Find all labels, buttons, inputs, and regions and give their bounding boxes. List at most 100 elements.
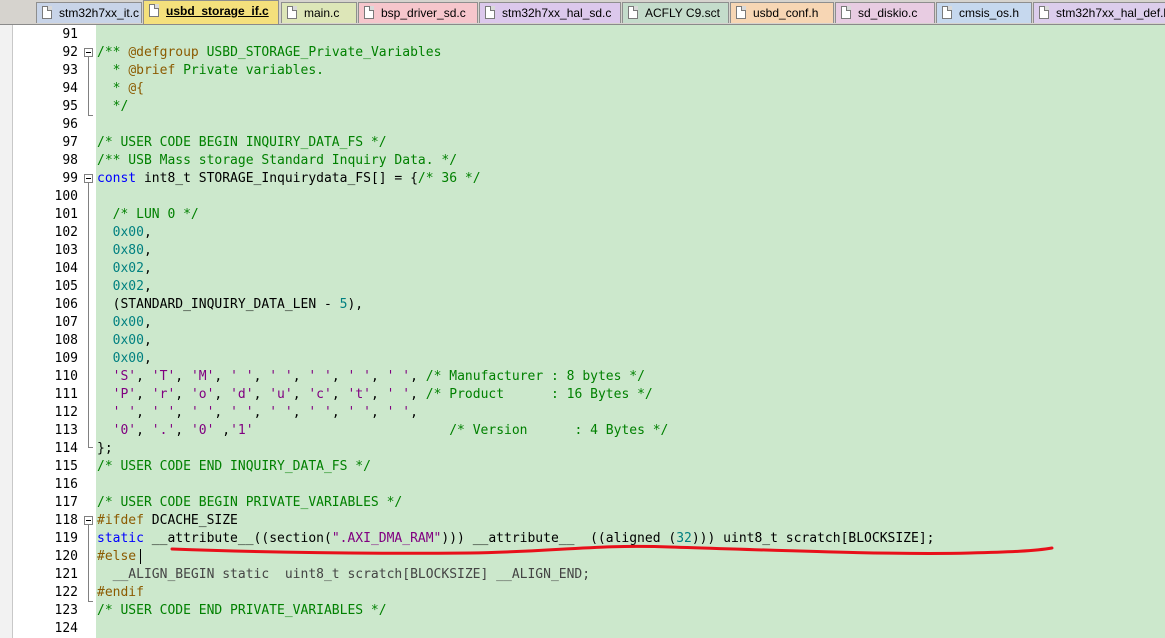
line-number: 96 [62, 117, 78, 132]
tab-usbd-conf-h[interactable]: usbd_conf.h [730, 2, 834, 23]
file-icon [736, 6, 746, 19]
code-line[interactable]: 93 * @brief Private variables. [0, 62, 1165, 80]
line-number: 99 [62, 171, 78, 186]
code-line[interactable]: 102 0x00, [0, 224, 1165, 242]
code-line[interactable]: 95 */ [0, 98, 1165, 116]
code-token: , [143, 333, 152, 348]
text-caret [140, 549, 141, 564]
code-line[interactable]: 110 'S', 'T', 'M', ' ', ' ', ' ', ' ', '… [0, 368, 1165, 386]
code-line[interactable]: 117 /* USER CODE BEGIN PRIVATE_VARIABLES … [0, 494, 1165, 512]
code-line[interactable]: 99 const int8_t STORAGE_Inquirydata_FS[] … [0, 170, 1165, 188]
code-line[interactable]: 92 /** @defgroup USBD_STORAGE_Private_Var… [0, 44, 1165, 62]
code-line[interactable]: 104 0x02, [0, 260, 1165, 278]
code-line[interactable]: 116 [0, 476, 1165, 494]
code-line[interactable]: 94 * @{ [0, 80, 1165, 98]
code-token: #else [97, 549, 137, 564]
code-token: * [97, 63, 129, 78]
code-line[interactable]: 122 #endif [0, 584, 1165, 602]
code-token: /* LUN 0 */ [97, 207, 199, 222]
tab-main-c[interactable]: main.c [281, 2, 357, 23]
tab-usbd-storage-if-c[interactable]: usbd_storage_if.c [143, 0, 279, 24]
code-line[interactable]: 108 0x00, [0, 332, 1165, 350]
line-source: const int8_t STORAGE_Inquirydata_FS[] = … [97, 170, 481, 188]
tab-label: stm32h7xx_hal_def.h [1056, 6, 1165, 20]
line-source: 0x00, [97, 350, 152, 368]
fold-toggle-99[interactable] [84, 174, 93, 183]
code-line[interactable]: 100 [0, 188, 1165, 206]
code-token: */ [97, 99, 129, 114]
code-token: , [331, 405, 348, 420]
line-number: 118 [54, 513, 78, 528]
file-icon [287, 6, 297, 19]
code-line[interactable]: 114}; [0, 440, 1165, 458]
line-source: #ifdef DCACHE_SIZE [97, 512, 238, 530]
fold-toggle-118[interactable] [84, 516, 93, 525]
code-token: #endif [97, 585, 144, 600]
tab-label: stm32h7xx_hal_sd.c [502, 6, 612, 20]
tab-label: ACFLY C9.sct [645, 6, 720, 20]
tab-cmsis-os-h[interactable]: cmsis_os.h [936, 2, 1032, 23]
line-source: __ALIGN_BEGIN static uint8_t scratch[BLO… [97, 566, 590, 584]
code-token: 'P' [97, 387, 137, 402]
code-token: ' ' [269, 405, 293, 420]
code-token: ' ' [97, 405, 137, 420]
code-token: 'S' [97, 369, 137, 384]
code-token: ), [347, 297, 364, 312]
code-line[interactable]: 101 /* LUN 0 */ [0, 206, 1165, 224]
code-line[interactable]: 118 #ifdef DCACHE_SIZE [0, 512, 1165, 530]
code-line[interactable]: 107 0x00, [0, 314, 1165, 332]
fold-toggle-92[interactable] [84, 48, 93, 57]
code-line[interactable]: 106 (STANDARD_INQUIRY_DATA_LEN - 5), [0, 296, 1165, 314]
code-token: , [370, 405, 387, 420]
line-number: 97 [62, 135, 78, 150]
code-line[interactable]: 123 /* USER CODE END PRIVATE_VARIABLES */ [0, 602, 1165, 620]
code-line[interactable]: 105 0x02, [0, 278, 1165, 296]
code-line[interactable]: 112 ' ', ' ', ' ', ' ', ' ', ' ', ' ', '… [0, 404, 1165, 422]
tab-label: sd_diskio.c [858, 6, 918, 20]
line-source: /** USB Mass storage Standard Inquiry Da… [97, 152, 457, 170]
line-source: /* USER CODE END INQUIRY_DATA_FS */ [97, 458, 371, 476]
code-line[interactable]: 113 '0', '.', '0' ,'1' /* Version : 4 By… [0, 422, 1165, 440]
code-line[interactable]: 109 0x00, [0, 350, 1165, 368]
code-line[interactable]: 121 __ALIGN_BEGIN static uint8_t scratch… [0, 566, 1165, 584]
tab-stm32h7xx-hal-def-h[interactable]: stm32h7xx_hal_def.h [1033, 2, 1165, 23]
code-line[interactable]: 115 /* USER CODE END INQUIRY_DATA_FS */ [0, 458, 1165, 476]
code-token: 'c' [308, 387, 332, 402]
line-source: /* USER CODE END PRIVATE_VARIABLES */ [97, 602, 387, 620]
tab-sd-diskio-c[interactable]: sd_diskio.c [835, 2, 935, 23]
line-source: }; [97, 440, 113, 458]
code-token: , [292, 369, 309, 384]
line-number: 117 [54, 495, 78, 510]
code-token: #ifdef [97, 513, 144, 528]
line-source: '0', '.', '0' ,'1' /* Version : 4 Bytes … [97, 422, 669, 440]
code-line[interactable]: 111 'P', 'r', 'o', 'd', 'u', 'c', 't', '… [0, 386, 1165, 404]
code-line[interactable]: 96 [0, 116, 1165, 134]
code-token: , [143, 225, 152, 240]
line-source: /* USER CODE BEGIN PRIVATE_VARIABLES */ [97, 494, 402, 512]
tab-acfly-c9-sct[interactable]: ACFLY C9.sct [622, 2, 729, 23]
code-token: 0x02 [97, 261, 144, 276]
code-line[interactable]: 98 /** USB Mass storage Standard Inquiry … [0, 152, 1165, 170]
code-line[interactable]: 103 0x80, [0, 242, 1165, 260]
code-token: (STANDARD_INQUIRY_DATA_LEN - [97, 297, 340, 312]
tab-bsp-driver-sd-c[interactable]: bsp_driver_sd.c [358, 2, 478, 23]
code-line[interactable]: 97 /* USER CODE BEGIN INQUIRY_DATA_FS */ [0, 134, 1165, 152]
code-token: , [175, 423, 191, 438]
line-source: 0x00, [97, 224, 152, 242]
code-token: @defgroup [128, 45, 199, 60]
fold-guide [88, 57, 89, 115]
code-line[interactable]: 124 [0, 620, 1165, 638]
tab-stm32h7xx-hal-sd-c[interactable]: stm32h7xx_hal_sd.c [479, 2, 621, 23]
code-token: , [214, 387, 231, 402]
code-token: ' ' [230, 405, 254, 420]
tab-stm32h7xx-it-c[interactable]: stm32h7xx_it.c [36, 2, 142, 23]
code-token: int8_t STORAGE_Inquirydata_FS[] = { [136, 171, 418, 186]
code-token: , [214, 369, 231, 384]
code-token: , [370, 369, 387, 384]
code-token: , [331, 369, 348, 384]
code-line[interactable]: 91 [0, 26, 1165, 44]
line-source: * @brief Private variables. [97, 62, 324, 80]
code-token: , [175, 405, 191, 420]
line-source: /** @defgroup USBD_STORAGE_Private_Varia… [97, 44, 441, 62]
